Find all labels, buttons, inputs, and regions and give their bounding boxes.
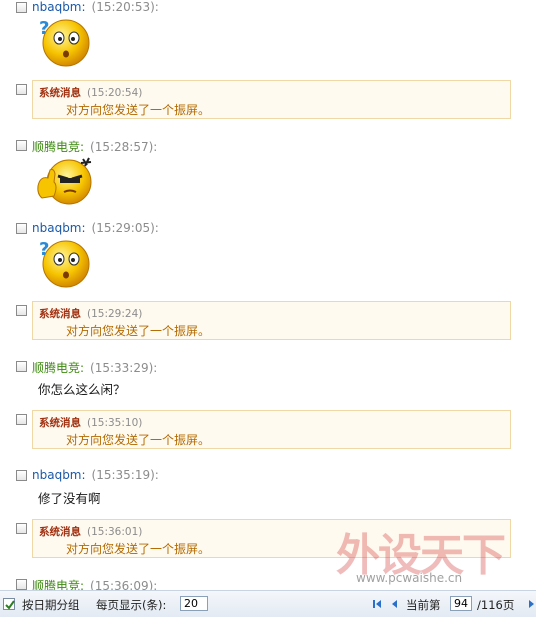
sender-name: 顺腾电竞:: [32, 579, 85, 590]
sender-name: 顺腾电竞:: [32, 361, 85, 375]
message-time: (15:20:53):: [91, 0, 159, 14]
watermark-url: www.pcwaishe.cn: [356, 571, 463, 585]
next-page-icon[interactable]: [527, 599, 536, 609]
message-time: (15:36:01): [87, 526, 143, 538]
system-text: 对方向您发送了一个振屏。: [66, 433, 211, 447]
chat-history-log[interactable]: nbaqbm: (15:20:53): ? 系统消息 (15:20:54) 对方向您…: [0, 0, 536, 590]
system-title: 系统消息: [39, 308, 81, 320]
per-page-input[interactable]: [180, 596, 208, 611]
message-header: nbaqbm: (15:20:53):: [32, 0, 159, 14]
message-time: (15:29:24): [87, 308, 143, 320]
svg-text:?: ?: [39, 239, 49, 260]
message-checkbox[interactable]: [16, 140, 27, 151]
message-checkbox[interactable]: [16, 223, 27, 234]
message-header: nbaqbm: (15:29:05):: [32, 221, 159, 235]
message-checkbox[interactable]: [16, 523, 27, 534]
message-time: (15:35:19):: [91, 468, 159, 482]
message-checkbox[interactable]: [16, 305, 27, 316]
message-time: (15:20:54): [87, 87, 143, 99]
message-time: (15:29:05):: [91, 221, 159, 235]
thumbs-up-angry-emoji-icon: [37, 157, 92, 205]
message-time: (15:36:09):: [90, 579, 158, 590]
system-title: 系统消息: [39, 417, 81, 429]
checkmark-icon: [5, 600, 15, 610]
current-page-input[interactable]: [450, 596, 472, 611]
message-header: 顺腾电竞: (15:33:29):: [32, 359, 157, 376]
system-text: 对方向您发送了一个振屏。: [66, 103, 211, 117]
system-message-box: 系统消息 (15:36:01) 对方向您发送了一个振屏。: [32, 519, 511, 558]
system-title-line: 系统消息 (15:29:24): [39, 306, 142, 321]
system-message-box: 系统消息 (15:35:10) 对方向您发送了一个振屏。: [32, 410, 511, 449]
system-text: 对方向您发送了一个振屏。: [66, 542, 211, 556]
current-page-label: 当前第: [406, 598, 441, 612]
message-header: 顺腾电竞: (15:36:09):: [32, 577, 157, 590]
system-message-box: 系统消息 (15:29:24) 对方向您发送了一个振屏。: [32, 301, 511, 340]
sender-name: nbaqbm:: [32, 0, 86, 14]
message-checkbox[interactable]: [16, 2, 27, 13]
pagination-bar: 按日期分组 每页显示(条): 当前第 /116页: [0, 590, 536, 617]
sender-name: nbaqbm:: [32, 221, 86, 235]
system-title-line: 系统消息 (15:36:01): [39, 524, 142, 539]
message-checkbox[interactable]: [16, 470, 27, 481]
system-title: 系统消息: [39, 87, 81, 99]
message-header: 顺腾电竞: (15:28:57):: [32, 138, 157, 155]
sender-name: nbaqbm:: [32, 468, 86, 482]
message-checkbox[interactable]: [16, 414, 27, 425]
previous-page-icon[interactable]: [389, 599, 399, 609]
confused-emoji-icon: ?: [39, 18, 90, 67]
sender-name: 顺腾电竞:: [32, 140, 85, 154]
message-header: nbaqbm: (15:35:19):: [32, 468, 159, 482]
group-by-date-checkbox[interactable]: [3, 598, 15, 610]
message-time: (15:35:10): [87, 417, 143, 429]
message-text: 你怎么这么闲？: [38, 382, 126, 397]
system-title: 系统消息: [39, 526, 81, 538]
message-checkbox[interactable]: [16, 361, 27, 372]
svg-text:?: ?: [39, 18, 49, 39]
system-message-box: 系统消息 (15:20:54) 对方向您发送了一个振屏。: [32, 80, 511, 119]
message-time: (15:33:29):: [90, 361, 158, 375]
system-title-line: 系统消息 (15:35:10): [39, 415, 142, 430]
system-title-line: 系统消息 (15:20:54): [39, 85, 142, 100]
first-page-icon[interactable]: [372, 599, 382, 609]
message-text: 修了没有啊: [38, 491, 101, 506]
confused-emoji-icon: ?: [39, 239, 90, 288]
system-text: 对方向您发送了一个振屏。: [66, 324, 211, 338]
message-checkbox[interactable]: [16, 84, 27, 95]
total-pages-label: /116页: [477, 598, 515, 612]
group-by-date-label[interactable]: 按日期分组: [22, 597, 80, 613]
per-page-label: 每页显示(条):: [96, 598, 167, 612]
message-checkbox[interactable]: [16, 579, 27, 590]
message-time: (15:28:57):: [90, 140, 158, 154]
